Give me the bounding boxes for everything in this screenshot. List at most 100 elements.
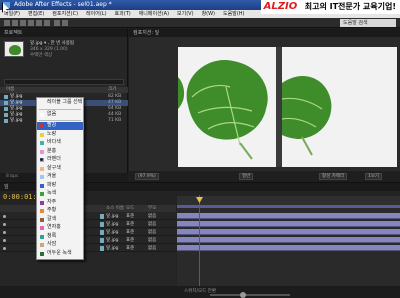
- label-menu-item[interactable]: 레이블 그룹 선택: [37, 99, 83, 107]
- camera-tool-icon[interactable]: [36, 20, 42, 26]
- label-menu-item[interactable]: 파랑: [37, 182, 83, 190]
- layer-duration-bar[interactable]: [177, 221, 400, 227]
- tab-project[interactable]: 프로젝트: [0, 29, 127, 37]
- column-source-name[interactable]: 소스 이름: [106, 205, 124, 212]
- label-menu-item-text: 연자홍: [47, 224, 61, 230]
- resolution-dropdown[interactable]: 절반: [239, 172, 254, 180]
- label-menu-item[interactable]: 라벤더: [37, 156, 83, 164]
- layer-parent-dropdown[interactable]: 없음: [148, 229, 156, 236]
- type-tool-icon[interactable]: [62, 20, 68, 26]
- label-menu-item[interactable]: 자주: [37, 199, 83, 207]
- layer-parent-dropdown[interactable]: 없음: [148, 213, 156, 220]
- layer-duration-bar[interactable]: [177, 237, 400, 243]
- label-menu-item[interactable]: 녹색: [37, 190, 83, 198]
- label-context-menu: 레이블 그룹 선택없음빨강노랑 바다색분홍 라벤더살구색겨울파랑녹색 자주주황 갈색연자…: [36, 97, 84, 260]
- label-menu-item-text: 없음: [47, 110, 57, 117]
- label-menu-item[interactable]: 주황: [37, 207, 83, 215]
- leaf-layer-frame[interactable]: [178, 47, 276, 167]
- menu-item-4[interactable]: 효과(T): [111, 10, 135, 18]
- label-menu-item[interactable]: 겨울: [37, 173, 83, 181]
- visibility-eye-icon[interactable]: [3, 223, 6, 226]
- label-menu-item-text: 빨강: [47, 122, 57, 128]
- label-color-swatch-icon: [40, 234, 44, 239]
- time-ruler[interactable]: [177, 196, 400, 205]
- menu-item-6[interactable]: 보기(V): [173, 10, 198, 18]
- layer-parent-dropdown[interactable]: 없음: [148, 221, 156, 228]
- leaf-thumbnail-image: [9, 45, 21, 55]
- leaf-image: [178, 60, 268, 160]
- visibility-eye-icon[interactable]: [3, 247, 6, 250]
- label-menu-item[interactable]: 사암: [37, 241, 83, 249]
- image-file-icon: [4, 95, 8, 99]
- label-menu-item[interactable]: 바다색: [37, 139, 83, 147]
- layer-duration-bar[interactable]: [177, 245, 400, 251]
- label-menu-item-text: 살구색: [47, 164, 61, 171]
- label-menu-item[interactable]: 분홍: [37, 148, 83, 156]
- layer-columns-header: 소스 이름 모드 부모: [0, 205, 176, 212]
- timeline-layer-row[interactable]: 잎.jpg 표준 없음: [0, 229, 176, 236]
- view-dropdown[interactable]: 활성 카메라: [319, 172, 348, 180]
- menu-item-1[interactable]: 편집(E): [24, 10, 48, 18]
- pen-tool-icon[interactable]: [54, 20, 60, 26]
- label-menu-item-text: 갈색: [47, 215, 57, 222]
- project-search-input[interactable]: [4, 79, 124, 85]
- pan-behind-tool-icon[interactable]: [44, 20, 50, 26]
- view-layout-dropdown[interactable]: 1보기: [365, 172, 383, 180]
- timeline-zoom-knob[interactable]: [240, 292, 246, 298]
- label-menu-item[interactable]: 노랑: [37, 131, 83, 139]
- label-menu-item[interactable]: 없음: [37, 111, 83, 119]
- visibility-eye-icon[interactable]: [3, 231, 6, 234]
- visibility-eye-icon[interactable]: [3, 215, 6, 218]
- layer-mode-dropdown[interactable]: 표준: [126, 213, 134, 220]
- current-time-indicator[interactable]: [199, 195, 200, 287]
- menu-item-8[interactable]: 도움말(H): [219, 10, 248, 18]
- layer-mode-dropdown[interactable]: 표준: [126, 237, 134, 244]
- label-menu-item-text: 겨울: [47, 173, 57, 179]
- column-size[interactable]: 크기: [108, 87, 116, 93]
- label-menu-item[interactable]: 어두운 녹색: [37, 250, 83, 258]
- label-color-swatch-icon: [40, 243, 44, 247]
- timeline-layer-row[interactable]: 잎.jpg 표준 없음: [0, 237, 176, 244]
- visibility-eye-icon[interactable]: [3, 239, 6, 242]
- layer-mode-dropdown[interactable]: 표준: [126, 229, 134, 236]
- timeline-zoom-slider[interactable]: [210, 294, 290, 296]
- tab-composition[interactable]: 컴포지션: 잎: [129, 29, 400, 37]
- layer-duration-bar[interactable]: [177, 229, 400, 235]
- menu-item-7[interactable]: 창(W): [198, 10, 219, 18]
- layer-mode-dropdown[interactable]: 표준: [126, 221, 134, 228]
- layer-parent-dropdown[interactable]: 없음: [148, 237, 156, 244]
- column-mode[interactable]: 모드: [126, 205, 134, 212]
- zoom-tool-icon[interactable]: [20, 20, 26, 26]
- hand-tool-icon[interactable]: [12, 20, 18, 26]
- selection-tool-icon[interactable]: [4, 20, 10, 26]
- label-menu-item-text: 바다색: [47, 139, 61, 145]
- label-menu-item-text: 자주: [47, 198, 57, 205]
- timeline-layer-row[interactable]: 잎.jpg 표준 없음: [0, 245, 176, 252]
- menu-item-2[interactable]: 컴포지션(C): [48, 10, 82, 18]
- timeline-layer-row[interactable]: 잎.jpg 표준 없음: [0, 221, 176, 228]
- column-name[interactable]: 이름: [6, 87, 14, 93]
- timeline-layer-row[interactable]: 잎.jpg 표준 없음: [0, 213, 176, 220]
- layer-mode-dropdown[interactable]: 표준: [126, 245, 134, 252]
- label-menu-item-text: 파랑: [47, 181, 57, 188]
- column-parent[interactable]: 부모: [148, 205, 156, 212]
- help-search-input[interactable]: 도움말 검색: [340, 19, 396, 27]
- label-menu-item[interactable]: 청록: [37, 233, 83, 241]
- label-menu-item[interactable]: 연자홍: [37, 224, 83, 232]
- zoom-dropdown[interactable]: (97.9%): [135, 172, 159, 180]
- label-menu-item[interactable]: 빨강: [37, 122, 83, 130]
- rotate-tool-icon[interactable]: [28, 20, 34, 26]
- layer-duration-bar[interactable]: [177, 213, 400, 219]
- project-columns-header: 이름 크기: [0, 87, 128, 93]
- menu-item-5[interactable]: 애니메이션(A): [135, 10, 173, 18]
- label-menu-item[interactable]: 갈색: [37, 216, 83, 224]
- layer-parent-dropdown[interactable]: 없음: [148, 245, 156, 252]
- menu-item-0[interactable]: 파일(F): [0, 10, 24, 18]
- menu-item-3[interactable]: 레이어(L): [82, 10, 111, 18]
- label-menu-item[interactable]: 살구색: [37, 165, 83, 173]
- composition-stage[interactable]: [178, 47, 397, 167]
- label-menu-item-text: 레이블 그룹 선택: [47, 99, 83, 105]
- work-area-bar[interactable]: [177, 205, 400, 208]
- label-menu-item-text: 라벤더: [47, 156, 61, 162]
- leaf-layer-frame-2[interactable]: [281, 47, 397, 167]
